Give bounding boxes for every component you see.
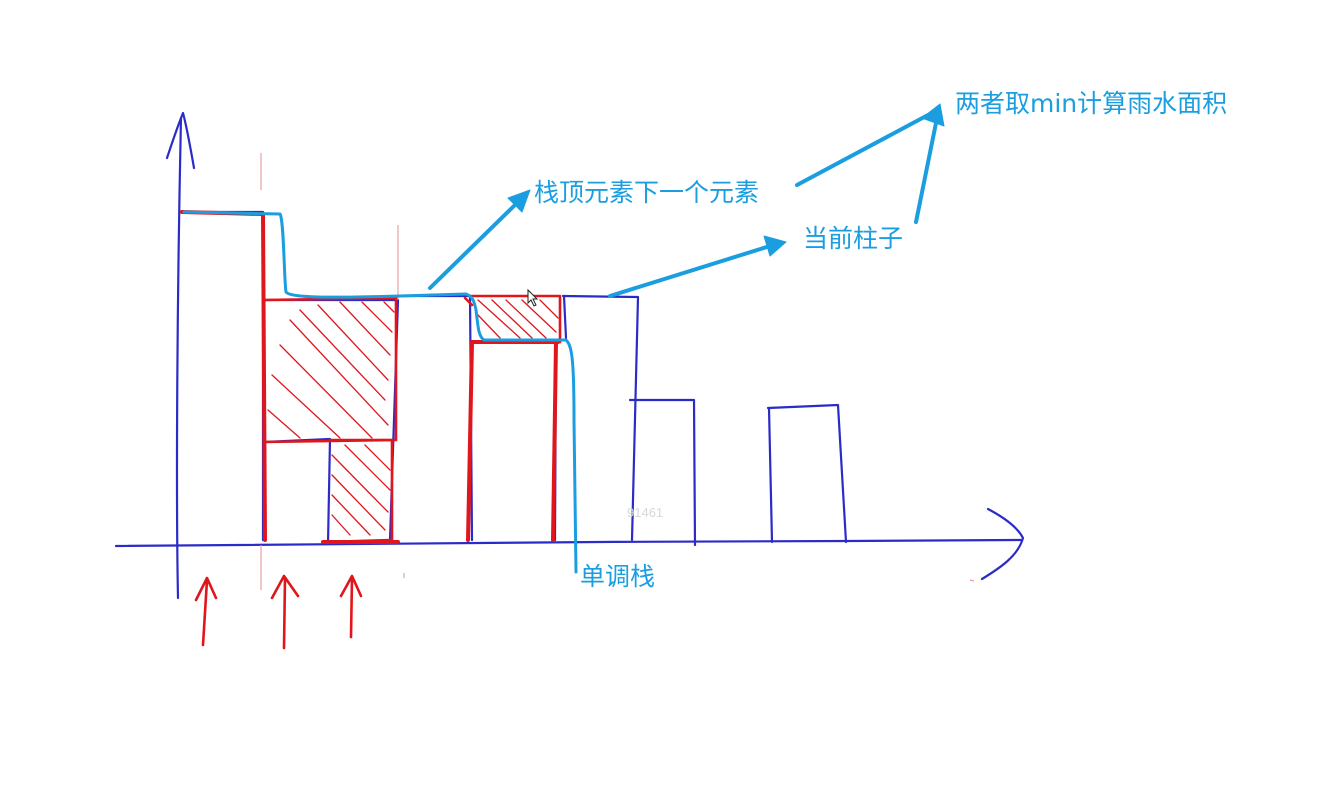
hatch-region-3 <box>477 299 559 339</box>
arrow-to-min-label-head <box>921 103 945 127</box>
watermark: 91461 <box>627 505 663 520</box>
cursor-arrow-icon <box>527 288 539 307</box>
hatch-region-1 <box>267 301 395 439</box>
arrow-to-stack-top-label <box>428 200 520 290</box>
arrow-from-stack-top-to-min <box>795 113 930 187</box>
water-region-1 <box>262 296 398 444</box>
arrow-to-current-pillar-label <box>608 244 772 298</box>
stack-path <box>182 210 578 574</box>
pointer-arrows <box>194 574 363 650</box>
label-monotonic-stack: 单调栈 <box>580 562 655 591</box>
arrow-from-current-to-min <box>914 116 939 224</box>
arrow-to-current-pillar-label-head <box>763 235 787 257</box>
hatch-region-2 <box>331 444 391 536</box>
water-region-3 <box>468 294 562 344</box>
bar-7-left <box>562 294 568 340</box>
x-axis-arrowhead <box>980 507 1025 581</box>
bar-3 <box>262 437 332 546</box>
label-stack-top-next: 栈顶元素下一个元素 <box>534 178 759 207</box>
bar-8 <box>628 398 697 547</box>
label-current-pillar: 当前柱子 <box>803 224 903 253</box>
bar-6 <box>470 340 558 542</box>
trapping-rain-water-sketch: 栈顶元素下一个元素 当前柱子 两者取min计算雨水面积 单调栈 91461 <box>114 89 1227 650</box>
water-regions <box>180 210 562 544</box>
label-min-area: 两者取min计算雨水面积 <box>955 89 1227 118</box>
bar-9 <box>766 403 848 544</box>
elevation-bars <box>180 210 848 547</box>
x-axis <box>114 538 1024 548</box>
y-axis <box>175 116 183 600</box>
bar-1 <box>180 210 265 542</box>
water-hatching <box>267 299 559 536</box>
pointer-arrow-2 <box>270 574 300 650</box>
x-axis-tick-mark <box>969 579 975 582</box>
stack-path-group <box>182 210 578 574</box>
bar-9-left <box>767 406 774 544</box>
pointer-arrow-1 <box>194 576 218 647</box>
pointer-arrow-3 <box>339 574 363 639</box>
bar-5 <box>396 294 474 542</box>
whiteboard-canvas: 栈顶元素下一个元素 当前柱子 两者取min计算雨水面积 单调栈 91461 <box>0 0 1343 790</box>
